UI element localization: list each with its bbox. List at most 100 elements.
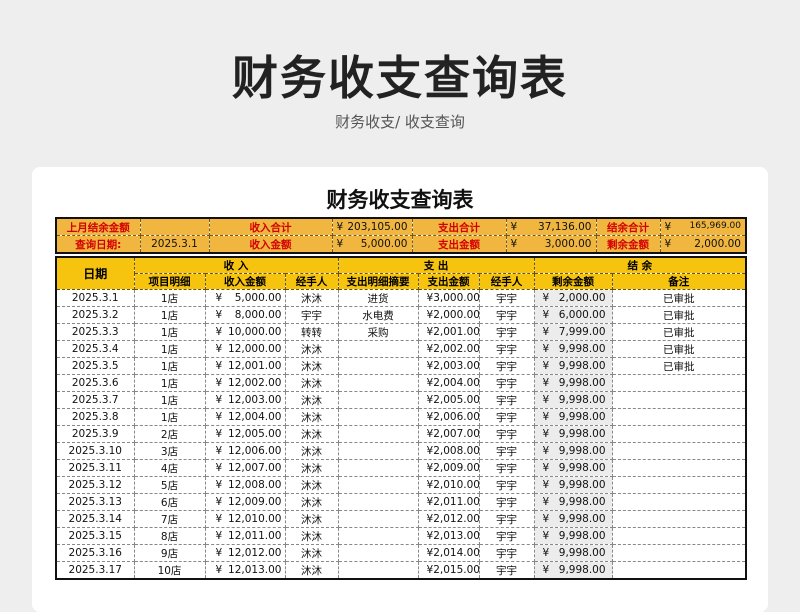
cell-income[interactable]: ¥12,001.00 bbox=[205, 357, 286, 375]
cell-expense-detail[interactable] bbox=[338, 476, 419, 494]
cell-expense[interactable]: ¥2,014.00 bbox=[418, 544, 480, 562]
cell-remark[interactable] bbox=[612, 425, 747, 443]
cell-income[interactable]: ¥12,007.00 bbox=[205, 459, 286, 477]
cell-item[interactable]: 10店 bbox=[134, 561, 206, 580]
cell-remaining[interactable]: ¥9,998.00 bbox=[534, 561, 613, 580]
cell-remark[interactable] bbox=[612, 442, 747, 460]
cell-expense[interactable]: ¥3,000.00 bbox=[418, 289, 480, 307]
cell-item[interactable]: 1店 bbox=[134, 323, 206, 341]
cell-expense[interactable]: ¥2,010.00 bbox=[418, 476, 480, 494]
expense-amount-value[interactable]: ¥3,000.00 bbox=[505, 235, 597, 254]
cell-remark[interactable]: 已审批 bbox=[612, 289, 747, 307]
cell-remark[interactable] bbox=[612, 374, 747, 392]
cell-handler2[interactable]: 宇宇 bbox=[479, 459, 535, 477]
cell-income[interactable]: ¥12,009.00 bbox=[205, 493, 286, 511]
cell-item[interactable]: 1店 bbox=[134, 289, 206, 307]
cell-expense[interactable]: ¥2,006.00 bbox=[418, 408, 480, 426]
cell-remaining[interactable]: ¥9,998.00 bbox=[534, 493, 613, 511]
cell-expense[interactable]: ¥2,003.00 bbox=[418, 357, 480, 375]
cell-date[interactable]: 2025.3.14 bbox=[56, 510, 135, 528]
cell-remaining[interactable]: ¥7,999.00 bbox=[534, 323, 613, 341]
cell-remaining[interactable]: ¥2,000.00 bbox=[534, 289, 613, 307]
cell-remaining[interactable]: ¥6,000.00 bbox=[534, 306, 613, 324]
cell-expense[interactable]: ¥2,004.00 bbox=[418, 374, 480, 392]
cell-remaining[interactable]: ¥9,998.00 bbox=[534, 374, 613, 392]
cell-date[interactable]: 2025.3.5 bbox=[56, 357, 135, 375]
cell-income[interactable]: ¥12,010.00 bbox=[205, 510, 286, 528]
cell-handler2[interactable]: 宇宇 bbox=[479, 527, 535, 545]
cell-expense[interactable]: ¥2,011.00 bbox=[418, 493, 480, 511]
cell-remark[interactable] bbox=[612, 561, 747, 580]
breadcrumb[interactable]: 财务收支/ 收支查询 bbox=[0, 111, 800, 132]
cell-handler[interactable]: 沐沐 bbox=[285, 391, 339, 409]
cell-handler[interactable]: 转转 bbox=[285, 323, 339, 341]
last-month-balance-value[interactable] bbox=[139, 217, 210, 236]
cell-income[interactable]: ¥12,003.00 bbox=[205, 391, 286, 409]
cell-remark[interactable]: 已审批 bbox=[612, 306, 747, 324]
cell-remark[interactable] bbox=[612, 391, 747, 409]
cell-handler[interactable]: 沐沐 bbox=[285, 459, 339, 477]
cell-handler2[interactable]: 宇宇 bbox=[479, 391, 535, 409]
cell-handler2[interactable]: 宇宇 bbox=[479, 374, 535, 392]
cell-expense[interactable]: ¥2,007.00 bbox=[418, 425, 480, 443]
cell-date[interactable]: 2025.3.10 bbox=[56, 442, 135, 460]
cell-expense[interactable]: ¥2,005.00 bbox=[418, 391, 480, 409]
cell-item[interactable]: 1店 bbox=[134, 374, 206, 392]
cell-expense-detail[interactable] bbox=[338, 391, 419, 409]
cell-expense[interactable]: ¥2,001.00 bbox=[418, 323, 480, 341]
cell-expense-detail[interactable] bbox=[338, 374, 419, 392]
expense-total-value[interactable]: ¥37,136.00 bbox=[505, 217, 597, 236]
cell-remark[interactable] bbox=[612, 408, 747, 426]
cell-handler2[interactable]: 宇宇 bbox=[479, 289, 535, 307]
cell-handler[interactable]: 沐沐 bbox=[285, 425, 339, 443]
cell-remark[interactable] bbox=[612, 476, 747, 494]
cell-remark[interactable] bbox=[612, 510, 747, 528]
cell-item[interactable]: 1店 bbox=[134, 340, 206, 358]
income-amount-value[interactable]: ¥5,000.00 bbox=[331, 235, 413, 254]
cell-expense[interactable]: ¥2,000.00 bbox=[418, 306, 480, 324]
cell-handler[interactable]: 沐沐 bbox=[285, 493, 339, 511]
cell-expense-detail[interactable] bbox=[338, 544, 419, 562]
cell-expense[interactable]: ¥2,015.00 bbox=[418, 561, 480, 580]
cell-remark[interactable] bbox=[612, 544, 747, 562]
cell-item[interactable]: 4店 bbox=[134, 459, 206, 477]
cell-item[interactable]: 1店 bbox=[134, 306, 206, 324]
cell-handler2[interactable]: 宇宇 bbox=[479, 442, 535, 460]
cell-handler[interactable]: 沐沐 bbox=[285, 374, 339, 392]
cell-item[interactable]: 3店 bbox=[134, 442, 206, 460]
cell-income[interactable]: ¥12,000.00 bbox=[205, 340, 286, 358]
cell-handler2[interactable]: 宇宇 bbox=[479, 493, 535, 511]
cell-remaining[interactable]: ¥9,998.00 bbox=[534, 527, 613, 545]
cell-expense-detail[interactable] bbox=[338, 527, 419, 545]
cell-handler[interactable]: 沐沐 bbox=[285, 527, 339, 545]
cell-handler2[interactable]: 宇宇 bbox=[479, 408, 535, 426]
cell-date[interactable]: 2025.3.7 bbox=[56, 391, 135, 409]
cell-remark[interactable] bbox=[612, 459, 747, 477]
cell-date[interactable]: 2025.3.15 bbox=[56, 527, 135, 545]
cell-date[interactable]: 2025.3.3 bbox=[56, 323, 135, 341]
cell-remark[interactable]: 已审批 bbox=[612, 323, 747, 341]
cell-expense-detail[interactable] bbox=[338, 459, 419, 477]
cell-expense-detail[interactable] bbox=[338, 408, 419, 426]
cell-handler2[interactable]: 宇宇 bbox=[479, 510, 535, 528]
cell-expense[interactable]: ¥2,012.00 bbox=[418, 510, 480, 528]
cell-expense-detail[interactable] bbox=[338, 425, 419, 443]
cell-expense[interactable]: ¥2,002.00 bbox=[418, 340, 480, 358]
cell-income[interactable]: ¥12,013.00 bbox=[205, 561, 286, 580]
cell-income[interactable]: ¥8,000.00 bbox=[205, 306, 286, 324]
cell-handler[interactable]: 沐沐 bbox=[285, 340, 339, 358]
cell-date[interactable]: 2025.3.17 bbox=[56, 561, 135, 580]
cell-income[interactable]: ¥10,000.00 bbox=[205, 323, 286, 341]
remaining-amount-value[interactable]: ¥2,000.00 bbox=[659, 235, 747, 254]
cell-item[interactable]: 5店 bbox=[134, 476, 206, 494]
cell-date[interactable]: 2025.3.13 bbox=[56, 493, 135, 511]
cell-expense-detail[interactable]: 进货 bbox=[338, 289, 419, 307]
cell-remaining[interactable]: ¥9,998.00 bbox=[534, 408, 613, 426]
cell-handler2[interactable]: 宇宇 bbox=[479, 561, 535, 580]
cell-item[interactable]: 2店 bbox=[134, 425, 206, 443]
cell-remark[interactable] bbox=[612, 493, 747, 511]
balance-total-value[interactable]: ¥165,969.00 bbox=[659, 217, 747, 236]
cell-income[interactable]: ¥12,012.00 bbox=[205, 544, 286, 562]
cell-remaining[interactable]: ¥9,998.00 bbox=[534, 510, 613, 528]
cell-remaining[interactable]: ¥9,998.00 bbox=[534, 544, 613, 562]
